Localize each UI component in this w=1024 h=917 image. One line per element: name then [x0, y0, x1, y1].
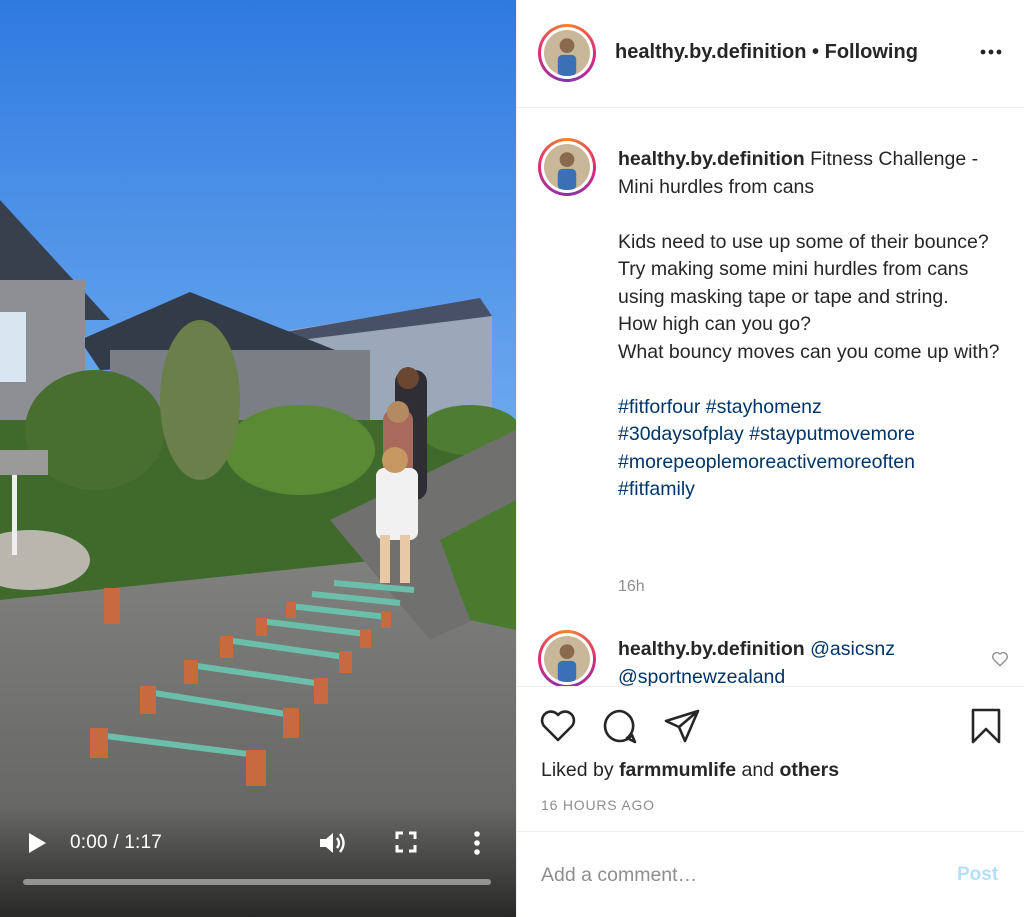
avatar[interactable] — [538, 630, 596, 686]
liked-by-others-link[interactable]: others — [779, 759, 839, 781]
video-time: 0:00 / 1:17 — [70, 832, 162, 853]
avatar-image — [544, 144, 590, 190]
hashtag-link[interactable]: #30daysofplay — [618, 423, 744, 445]
post-panel: healthy.by.definition • Following health… — [516, 0, 1024, 917]
comment-input[interactable] — [541, 860, 921, 890]
avatar-image — [544, 30, 590, 76]
more-vertical-icon[interactable] — [470, 829, 484, 857]
liked-by-text: Liked by farmmumlife and others — [541, 759, 839, 782]
heart-outline-icon[interactable] — [991, 650, 1009, 668]
hashtag-link[interactable]: #fitfamily — [618, 478, 695, 500]
caption-username-link[interactable]: healthy.by.definition — [618, 148, 805, 170]
add-comment-bar: Post — [517, 831, 1024, 917]
video-player[interactable]: 0:00 / 1:17 — [0, 0, 516, 917]
hashtag-link[interactable]: #stayhomenz — [706, 396, 822, 418]
caption-text: healthy.by.definition Fitness Challenge … — [618, 146, 1013, 504]
avatar[interactable] — [538, 138, 596, 196]
hashtag-link[interactable]: #fitforfour — [618, 396, 700, 418]
post-header: healthy.by.definition • Following — [517, 0, 1024, 108]
heart-outline-icon[interactable] — [539, 707, 577, 745]
volume-icon[interactable] — [318, 829, 346, 857]
video-controls: 0:00 / 1:17 — [0, 807, 516, 917]
following-button[interactable]: Following — [825, 41, 918, 63]
caption-body-line: Kids need to use up some of their bounce… — [618, 230, 989, 308]
header-user-line: healthy.by.definition • Following — [615, 41, 918, 64]
caption-body-line: How high can you go? — [618, 313, 811, 335]
mention-link[interactable]: @asicsnz — [810, 638, 895, 660]
caption-timestamp[interactable]: 16h — [618, 578, 645, 596]
fullscreen-icon[interactable] — [395, 831, 417, 853]
hashtag-link[interactable]: #morepeoplemoreactivemoreoften — [618, 451, 915, 473]
paper-plane-icon[interactable] — [663, 707, 701, 745]
liked-by-prefix: Liked by — [541, 759, 620, 781]
liked-by-user-link[interactable]: farmmumlife — [619, 759, 736, 781]
mention-link[interactable]: @sportnewzealand — [618, 666, 785, 687]
hashtags: #fitforfour #stayhomenz #30daysofplay #s… — [618, 394, 1013, 504]
liked-by-and: and — [736, 759, 780, 781]
comment-username-link[interactable]: healthy.by.definition — [618, 638, 805, 660]
video-progress-bar[interactable] — [23, 879, 491, 885]
bookmark-icon[interactable] — [967, 707, 1005, 745]
video-frame — [0, 0, 516, 917]
header-username-link[interactable]: healthy.by.definition — [615, 41, 806, 63]
avatar[interactable] — [538, 24, 596, 82]
play-icon[interactable] — [26, 832, 48, 854]
comments-list[interactable]: healthy.by.definition Fitness Challenge … — [517, 108, 1024, 686]
header-separator: • — [806, 41, 825, 63]
more-horizontal-icon[interactable] — [979, 42, 1003, 62]
post-timestamp[interactable]: 16 HOURS AGO — [541, 797, 655, 813]
comment-text: healthy.by.definition @asicsnz @sportnew… — [618, 636, 978, 686]
post-comment-button[interactable]: Post — [957, 864, 998, 886]
comment-icon[interactable] — [601, 707, 639, 745]
hashtag-link[interactable]: #stayputmovemore — [749, 423, 915, 445]
post-actions: Liked by farmmumlife and others 16 HOURS… — [517, 686, 1024, 831]
avatar-image — [544, 636, 590, 682]
caption-body-line: What bouncy moves can you come up with? — [618, 340, 1000, 363]
